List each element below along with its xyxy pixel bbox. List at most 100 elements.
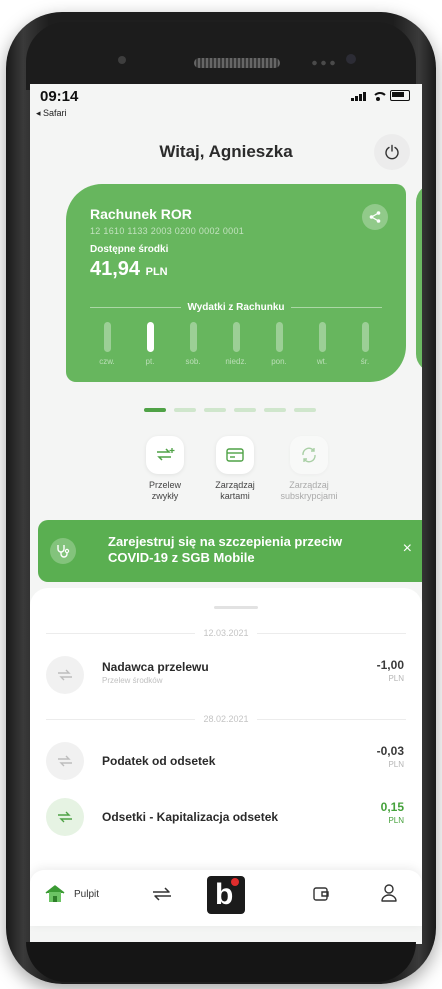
transactions-sheet: 12.03.2021 Nadawca przelewu Przelew środkó… <box>30 588 422 888</box>
nav-profile[interactable] <box>380 883 398 903</box>
spending-bar <box>146 322 154 352</box>
bottom-nav: Pulpit b <box>30 870 422 926</box>
spending-day-label: czw. <box>99 357 115 366</box>
subscription-icon <box>290 436 328 474</box>
account-balance: 41,94 PLN <box>90 258 168 281</box>
transaction-description: Przelew środków <box>102 676 163 685</box>
battery-icon <box>390 90 410 101</box>
quick-action-label-line1: Przelew <box>148 480 181 490</box>
spending-bar <box>189 322 197 352</box>
pager-dot[interactable] <box>204 408 226 412</box>
phone-frame: 09:14 ◂ Safari Witaj, Agnieszka Rachunek… <box>6 12 436 984</box>
status-time: 09:14 <box>40 88 79 105</box>
sensor-dot <box>118 56 126 64</box>
spending-bar <box>232 322 240 352</box>
share-icon <box>369 211 381 223</box>
available-funds-label: Dostępne środki <box>90 244 169 255</box>
share-button[interactable] <box>362 204 388 230</box>
quick-action-label-line1: Zarządzaj <box>215 480 255 490</box>
transaction-name: Odsetki - Kapitalizacja odsetek <box>102 810 279 824</box>
spending-day[interactable]: niedz. <box>219 322 253 366</box>
spending-day[interactable]: pon. <box>262 322 296 366</box>
transaction-row[interactable]: Podatek od odsetek -0,03 PLN <box>46 740 404 780</box>
signal-icon <box>351 91 366 101</box>
nav-wallet[interactable] <box>312 885 330 903</box>
pager-dot[interactable] <box>174 408 196 412</box>
close-icon[interactable]: × <box>403 540 412 558</box>
quick-action-label-line1: Zarządzaj <box>289 480 329 490</box>
home-icon <box>45 885 65 902</box>
spending-day-label: niedz. <box>225 357 247 366</box>
spending-day[interactable]: śr. <box>348 322 382 366</box>
quick-action-label: Zarządzaj subskrypcjami <box>274 480 344 502</box>
spending-day[interactable]: wt. <box>305 322 339 366</box>
card-pager[interactable] <box>144 408 316 412</box>
transaction-amount: -0,03 <box>376 744 404 758</box>
date-separator: 12.03.2021 <box>46 628 407 638</box>
power-icon <box>385 144 399 160</box>
pager-dot[interactable] <box>144 408 166 412</box>
spending-days: czw. pt. sob. niedz. pon. wt. śr. <box>90 322 382 366</box>
account-card[interactable]: Rachunek ROR 12 1610 1133 2003 0200 0002… <box>66 184 406 382</box>
transfer-plus-icon <box>146 436 184 474</box>
quick-action-2[interactable]: Zarządzaj kartami <box>200 436 270 502</box>
transaction-row[interactable]: Nadawca przelewu Przelew środków -1,00 PLN <box>46 654 404 694</box>
covid-banner[interactable]: Zarejestruj się na szczepienia przeciw C… <box>38 520 422 582</box>
back-to-safari-link[interactable]: ◂ Safari <box>36 108 67 119</box>
transfer-icon <box>153 887 171 901</box>
banner-text: Zarejestruj się na szczepienia przeciw C… <box>108 534 343 565</box>
stethoscope-icon <box>50 538 76 564</box>
quick-action-label: Zarządzaj kartami <box>200 480 270 502</box>
transaction-date: 12.03.2021 <box>203 628 249 638</box>
spending-day[interactable]: pt. <box>133 322 167 366</box>
next-account-card-peek[interactable] <box>416 184 422 372</box>
earpiece-speaker <box>194 58 280 68</box>
logout-button[interactable] <box>374 134 410 170</box>
transaction-amount: -1,00 <box>376 658 404 672</box>
status-icons <box>351 90 410 101</box>
app-screen: 09:14 ◂ Safari Witaj, Agnieszka Rachunek… <box>30 84 422 944</box>
spending-day[interactable]: sob. <box>176 322 210 366</box>
phone-top-bezel <box>26 22 416 90</box>
page-title: Witaj, Agnieszka <box>159 142 293 161</box>
spending-bar <box>103 322 111 352</box>
transaction-name: Nadawca przelewu <box>102 660 209 674</box>
quick-action-3: Zarządzaj subskrypcjami <box>274 436 344 502</box>
quick-action-label-line2: kartami <box>220 491 250 501</box>
spending-bar <box>275 322 283 352</box>
spending-day-label: pt. <box>145 357 155 366</box>
quick-action-label: Przelew zwykły <box>130 480 200 502</box>
transaction-amount: 0,15 <box>380 800 404 814</box>
nav-transfers[interactable] <box>150 886 174 902</box>
transfer-icon <box>46 798 84 836</box>
spending-day-label: sob. <box>185 357 201 366</box>
spending-day[interactable]: czw. <box>90 322 124 366</box>
pager-dot[interactable] <box>264 408 286 412</box>
spending-bar <box>361 322 369 352</box>
spending-title: Wydatki z Rachunku <box>187 302 285 313</box>
transfer-icon <box>46 656 84 694</box>
spending-header: Wydatki z Rachunku <box>90 302 382 313</box>
balance-currency: PLN <box>145 266 168 278</box>
app-logo-button[interactable]: b <box>207 876 245 914</box>
transaction-currency: PLN <box>388 760 404 769</box>
phone-bottom-bezel <box>26 942 416 982</box>
transaction-row[interactable]: Odsetki - Kapitalizacja odsetek 0,15 PLN <box>46 796 404 836</box>
sheet-drag-handle[interactable] <box>214 606 258 609</box>
pager-dot[interactable] <box>294 408 316 412</box>
account-number: 12 1610 1133 2003 0200 0002 0001 <box>90 226 245 236</box>
spending-day-label: pon. <box>271 357 287 366</box>
logo-dot <box>231 878 239 886</box>
transaction-name: Podatek od odsetek <box>102 754 216 768</box>
spending-bar <box>318 322 326 352</box>
nav-home-label: Pulpit <box>74 888 100 900</box>
transaction-currency: PLN <box>388 674 404 683</box>
quick-action-1[interactable]: Przelew zwykły <box>130 436 200 502</box>
proximity-sensors <box>310 60 338 66</box>
front-camera <box>346 54 356 64</box>
transfer-icon <box>46 742 84 780</box>
nav-home[interactable]: Pulpit <box>44 884 99 904</box>
user-icon <box>381 884 397 902</box>
wifi-icon <box>371 91 388 101</box>
pager-dot[interactable] <box>234 408 256 412</box>
